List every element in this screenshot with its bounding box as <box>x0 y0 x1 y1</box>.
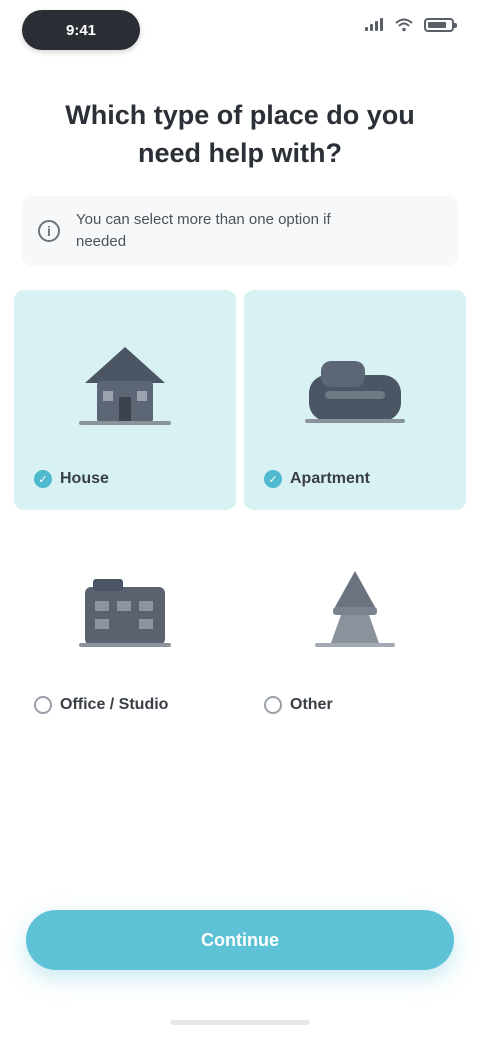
option-label-other: Other <box>290 696 333 713</box>
office-icon <box>14 552 236 662</box>
home-indicator <box>170 1020 310 1025</box>
wifi-icon <box>395 18 413 32</box>
option-label-apartment: Apartment <box>290 470 371 487</box>
option-card-office[interactable]: Office / Studio <box>14 516 236 736</box>
option-label-office: Office / Studio <box>60 696 169 713</box>
battery-icon <box>424 18 457 32</box>
house-icon <box>14 326 236 436</box>
check-icon <box>264 696 282 714</box>
place-type-options: ✓ House ✓ Apartment Office / Studio Othe… <box>14 290 466 736</box>
option-label-house: House <box>60 470 109 487</box>
option-card-apartment[interactable]: ✓ Apartment <box>244 290 466 510</box>
other-place-icon <box>244 552 466 662</box>
check-icon: ✓ <box>34 470 52 488</box>
apartment-icon <box>244 326 466 436</box>
status-time: 9:41 <box>22 10 140 50</box>
check-icon: ✓ <box>264 470 282 488</box>
status-icons <box>364 18 457 32</box>
info-text: You can select more than one option if n… <box>76 211 331 250</box>
page-title: Which type of place do you need help wit… <box>65 100 415 168</box>
check-icon <box>34 696 52 714</box>
status-bar: 9:41 <box>0 0 480 64</box>
info-banner: i You can select more than one option if… <box>22 196 458 266</box>
info-icon: i <box>38 220 60 242</box>
option-card-other[interactable]: Other <box>244 516 466 736</box>
option-card-house[interactable]: ✓ House <box>14 290 236 510</box>
continue-button[interactable]: Continue <box>26 910 454 970</box>
signal-icon <box>365 18 383 31</box>
